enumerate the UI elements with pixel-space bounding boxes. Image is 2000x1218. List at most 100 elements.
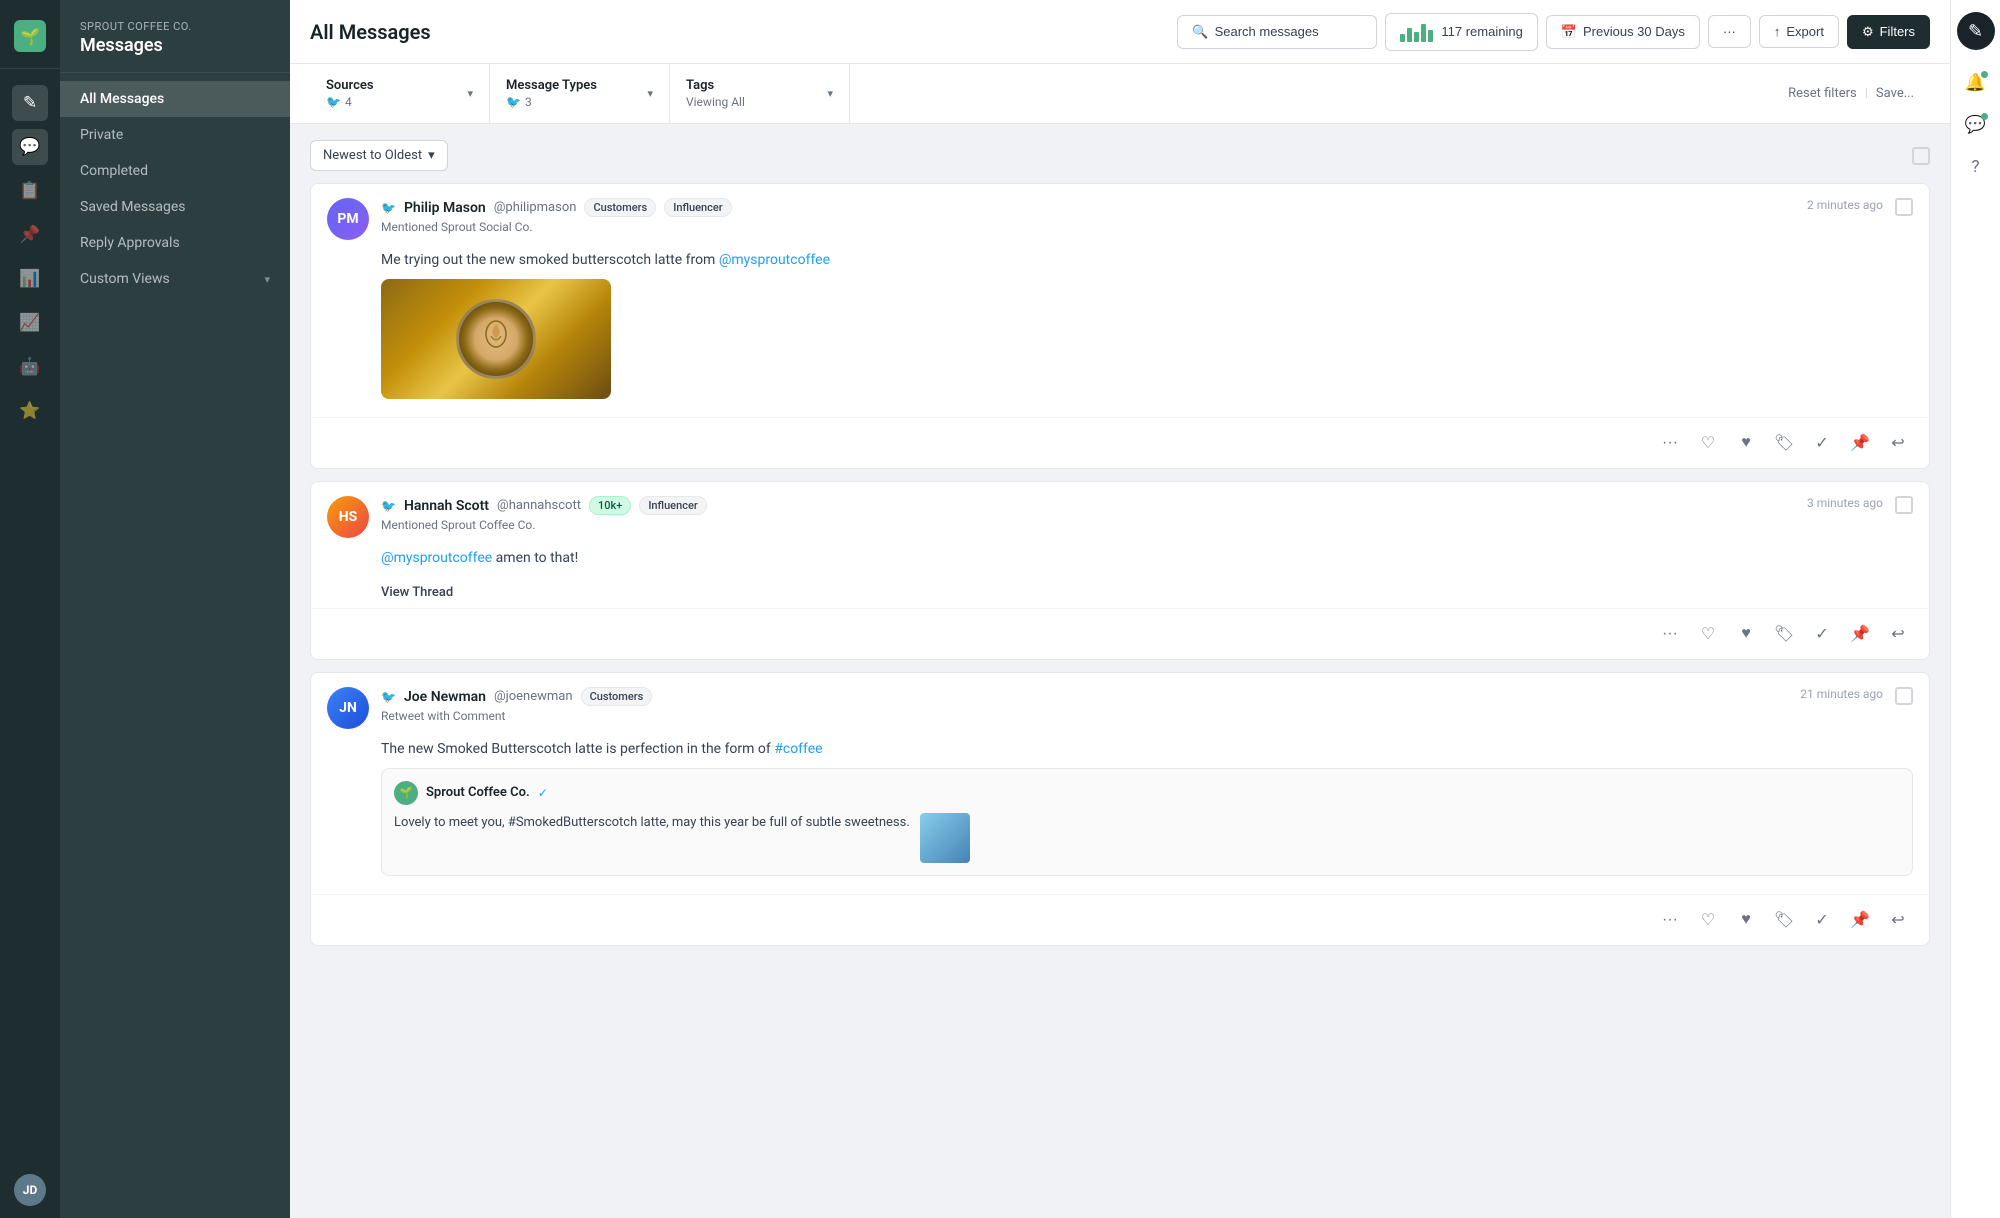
tags-label: Tags bbox=[686, 78, 745, 93]
help-button[interactable]: ? bbox=[1959, 150, 1993, 184]
reply-action-button[interactable]: ↩ bbox=[1881, 426, 1915, 460]
like-filled-button[interactable]: ♥ bbox=[1729, 617, 1763, 651]
export-button[interactable]: ↑ Export bbox=[1759, 15, 1839, 48]
remaining-button[interactable]: 117 remaining bbox=[1385, 13, 1537, 51]
retweet-embed: 🌱 Sprout Coffee Co. ✓ Lovely to meet you… bbox=[381, 768, 1913, 876]
sidebar-icon-reports[interactable]: 📈 bbox=[12, 305, 48, 341]
like-filled-button[interactable]: ♥ bbox=[1729, 426, 1763, 460]
tag-action-button[interactable]: 🏷 bbox=[1767, 903, 1801, 937]
sidebar-icon-compose[interactable]: ✎ bbox=[12, 85, 48, 121]
tag-badge-customers[interactable]: Customers bbox=[584, 198, 656, 217]
message-types-sub: 🐦 3 bbox=[506, 95, 597, 109]
notifications-button[interactable]: 🔔 bbox=[1959, 66, 1993, 100]
user-avatar[interactable]: JD bbox=[14, 1174, 46, 1206]
nav-item-completed[interactable]: Completed bbox=[60, 153, 290, 189]
more-action-button[interactable]: ··· bbox=[1653, 617, 1687, 651]
sidebar-icon-messages[interactable]: 💬 bbox=[12, 129, 48, 165]
reset-filters-link[interactable]: Reset filters bbox=[1788, 86, 1857, 101]
nav-item-custom-views[interactable]: Custom Views ▾ bbox=[60, 261, 290, 297]
page-title: All Messages bbox=[310, 20, 431, 44]
export-label: Export bbox=[1786, 24, 1824, 39]
sidebar-icon-analytics[interactable]: 📊 bbox=[12, 261, 48, 297]
more-button[interactable]: ··· bbox=[1708, 15, 1751, 48]
message-types-filter[interactable]: Message Types 🐦 3 ▾ bbox=[490, 64, 670, 123]
hashtag-link[interactable]: #coffee bbox=[774, 741, 822, 757]
reply-action-button[interactable]: ↩ bbox=[1881, 617, 1915, 651]
like-filled-button[interactable]: ♥ bbox=[1729, 903, 1763, 937]
complete-action-button[interactable]: ✓ bbox=[1805, 903, 1839, 937]
tag-badge-influencer[interactable]: Influencer bbox=[639, 496, 706, 515]
save-filters-link[interactable]: Save... bbox=[1876, 86, 1914, 101]
sources-sub: 🐦 4 bbox=[326, 95, 374, 109]
message-card: HS 🐦 Hannah Scott @hannahscott 10k+ Infl… bbox=[310, 481, 1930, 660]
message-body: Me trying out the new smoked butterscotc… bbox=[311, 240, 1929, 417]
sort-dropdown[interactable]: Newest to Oldest ▾ bbox=[310, 140, 448, 171]
nav-item-all-messages[interactable]: All Messages bbox=[60, 81, 290, 117]
sidebar-icon-star[interactable]: ⭐ bbox=[12, 393, 48, 429]
verified-icon: ✓ bbox=[538, 784, 548, 802]
sidebar-icon-pin[interactable]: 📌 bbox=[12, 217, 48, 253]
mention-link[interactable]: @mysproutcoffee bbox=[381, 550, 492, 566]
message-image bbox=[381, 279, 611, 399]
chevron-down-icon: ▾ bbox=[428, 148, 435, 163]
nav-sidebar: Sprout Coffee Co. Messages All Messages … bbox=[60, 0, 290, 1218]
message-checkbox[interactable] bbox=[1895, 496, 1913, 514]
message-meta: 🐦 Joe Newman @joenewman Customers Retwee… bbox=[381, 687, 1788, 723]
author-name: Philip Mason bbox=[404, 200, 486, 216]
author-row: 🐦 Hannah Scott @hannahscott 10k+ Influen… bbox=[381, 496, 1795, 515]
nav-item-saved[interactable]: Saved Messages bbox=[60, 189, 290, 225]
avatar: JN bbox=[327, 687, 369, 729]
message-checkbox[interactable] bbox=[1895, 198, 1913, 216]
message-sub: Mentioned Sprout Social Co. bbox=[381, 220, 1795, 234]
complete-action-button[interactable]: ✓ bbox=[1805, 617, 1839, 651]
author-name: Hannah Scott bbox=[404, 498, 489, 514]
pin-action-button[interactable]: 📌 bbox=[1843, 903, 1877, 937]
tags-filter[interactable]: Tags Viewing All ▾ bbox=[670, 64, 850, 123]
tag-badge-10k[interactable]: 10k+ bbox=[589, 496, 631, 515]
app-sidebar: 🌱 ✎ 💬 📋 📌 📊 📈 🤖 ⭐ JD bbox=[0, 0, 60, 1218]
pin-action-button[interactable]: 📌 bbox=[1843, 426, 1877, 460]
more-action-button[interactable]: ··· bbox=[1653, 903, 1687, 937]
nav-header: Sprout Coffee Co. Messages bbox=[60, 0, 290, 73]
chevron-down-icon: ▾ bbox=[647, 87, 653, 100]
tag-action-button[interactable]: 🏷 bbox=[1767, 426, 1801, 460]
view-thread-link[interactable]: View Thread bbox=[311, 579, 1929, 608]
feedback-button[interactable]: 💬 bbox=[1959, 108, 1993, 142]
chevron-down-icon: ▾ bbox=[827, 87, 833, 100]
nav-item-label: Completed bbox=[80, 163, 148, 179]
message-body: @mysproutcoffee amen to that! bbox=[311, 538, 1929, 579]
message-header: JN 🐦 Joe Newman @joenewman Customers Ret… bbox=[311, 673, 1929, 729]
tags-content: Tags Viewing All bbox=[686, 78, 745, 109]
sidebar-icon-automation[interactable]: 🤖 bbox=[12, 349, 48, 385]
more-action-button[interactable]: ··· bbox=[1653, 426, 1687, 460]
pin-action-button[interactable]: 📌 bbox=[1843, 617, 1877, 651]
compose-button[interactable]: ✎ bbox=[1957, 12, 1995, 50]
message-checkbox[interactable] bbox=[1895, 687, 1913, 705]
filters-button[interactable]: ⚙ Filters bbox=[1847, 15, 1930, 49]
sources-filter[interactable]: Sources 🐦 4 ▾ bbox=[310, 64, 490, 123]
like-action-button[interactable]: ♡ bbox=[1691, 903, 1725, 937]
message-actions: ··· ♡ ♥ 🏷 ✓ 📌 ↩ bbox=[311, 894, 1929, 945]
search-button[interactable]: 🔍 Search messages bbox=[1177, 15, 1377, 49]
nav-item-label: Saved Messages bbox=[80, 199, 186, 215]
tags-sub: Viewing All bbox=[686, 95, 745, 109]
complete-action-button[interactable]: ✓ bbox=[1805, 426, 1839, 460]
reply-action-button[interactable]: ↩ bbox=[1881, 903, 1915, 937]
message-sub: Retweet with Comment bbox=[381, 709, 1788, 723]
app-logo[interactable]: 🌱 bbox=[14, 20, 46, 52]
tag-badge-customers[interactable]: Customers bbox=[581, 687, 653, 706]
like-action-button[interactable]: ♡ bbox=[1691, 617, 1725, 651]
tag-action-button[interactable]: 🏷 bbox=[1767, 617, 1801, 651]
calendar-icon: 📅 bbox=[1561, 24, 1577, 40]
mention-link[interactable]: @mysproutcoffee bbox=[719, 252, 830, 268]
tag-badge-influencer[interactable]: Influencer bbox=[664, 198, 731, 217]
nav-item-private[interactable]: Private bbox=[60, 117, 290, 153]
brand-title: Messages bbox=[80, 35, 270, 56]
nav-item-reply-approvals[interactable]: Reply Approvals bbox=[60, 225, 290, 261]
date-range-button[interactable]: 📅 Previous 30 Days bbox=[1546, 15, 1700, 49]
brand-label: Sprout Coffee Co. bbox=[80, 20, 270, 33]
like-action-button[interactable]: ♡ bbox=[1691, 426, 1725, 460]
main-content: All Messages 🔍 Search messages 117 remai… bbox=[290, 0, 1950, 1218]
sidebar-icon-tasks[interactable]: 📋 bbox=[12, 173, 48, 209]
select-all-checkbox[interactable] bbox=[1912, 147, 1930, 165]
